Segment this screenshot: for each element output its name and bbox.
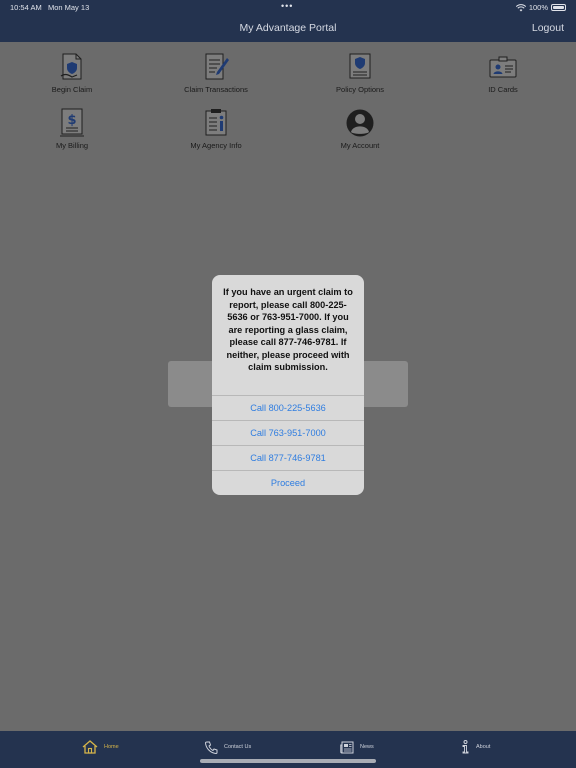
- navigation-bar: 10:54 AM Mon May 13 ••• 100% My Advantag…: [0, 0, 576, 42]
- tab-home-label: Home: [104, 744, 119, 750]
- begin-claim-label: Begin Claim: [51, 85, 93, 94]
- policy-options-item[interactable]: Policy Options: [305, 52, 415, 94]
- phone-icon: [205, 741, 218, 754]
- policy-options-label: Policy Options: [336, 85, 384, 94]
- wifi-icon: [515, 3, 526, 11]
- my-agency-info-label: My Agency Info: [190, 141, 242, 150]
- claim-transactions-item[interactable]: Claim Transactions: [161, 52, 271, 94]
- call-800-225-5636-button[interactable]: Call 800-225-5636: [212, 395, 364, 420]
- multitask-dots-icon[interactable]: •••: [281, 1, 293, 11]
- status-date: Mon May 13: [47, 3, 90, 12]
- home-icon: [82, 740, 98, 754]
- tab-home[interactable]: Home: [82, 737, 119, 757]
- status-bar: 10:54 AM Mon May 13 ••• 100%: [0, 0, 576, 14]
- page-title: My Advantage Portal: [239, 22, 337, 34]
- battery-percent: 100%: [528, 3, 548, 12]
- info-icon: [462, 740, 469, 754]
- my-billing-item[interactable]: $ My Billing: [17, 108, 127, 150]
- my-account-item[interactable]: My Account: [305, 108, 415, 150]
- begin-claim-item[interactable]: Begin Claim: [17, 52, 127, 94]
- svg-text:$: $: [67, 113, 76, 128]
- policy-shield-icon: [345, 52, 375, 82]
- home-indicator[interactable]: [200, 759, 376, 763]
- tab-about-label: About: [476, 744, 491, 750]
- my-billing-label: My Billing: [55, 141, 89, 150]
- alert-message: If you have an urgent claim to report, p…: [223, 287, 353, 372]
- tab-contact-us-label: Contact Us: [224, 744, 252, 750]
- tab-about[interactable]: About: [461, 737, 490, 757]
- id-card-icon: [488, 52, 518, 82]
- tab-contact-us[interactable]: Contact Us: [205, 737, 251, 757]
- proceed-button[interactable]: Proceed: [212, 470, 364, 495]
- status-indicators: 100%: [515, 3, 566, 12]
- newspaper-icon: [340, 741, 354, 753]
- tab-news-label: News: [360, 744, 374, 750]
- id-cards-item[interactable]: ID Cards: [448, 52, 558, 94]
- logout-button[interactable]: Logout: [532, 22, 564, 34]
- billing-dollar-icon: $: [57, 108, 87, 138]
- document-pen-icon: [201, 52, 231, 82]
- call-763-951-7000-button[interactable]: Call 763-951-7000: [212, 420, 364, 445]
- claim-transactions-label: Claim Transactions: [184, 85, 248, 94]
- claim-document-icon: [57, 52, 87, 82]
- my-agency-info-item[interactable]: My Agency Info: [161, 108, 271, 150]
- clipboard-info-icon: [201, 108, 231, 138]
- status-time: 10:54 AM Mon May 13: [10, 3, 89, 12]
- my-account-label: My Account: [340, 141, 380, 150]
- call-877-746-9781-button[interactable]: Call 877-746-9781: [212, 445, 364, 470]
- urgent-claim-alert: If you have an urgent claim to report, p…: [212, 275, 364, 495]
- battery-icon: [551, 4, 566, 11]
- account-avatar-icon: [345, 108, 375, 138]
- tab-news[interactable]: News: [340, 737, 374, 757]
- status-clock: 10:54 AM: [10, 3, 42, 12]
- id-cards-label: ID Cards: [488, 85, 518, 94]
